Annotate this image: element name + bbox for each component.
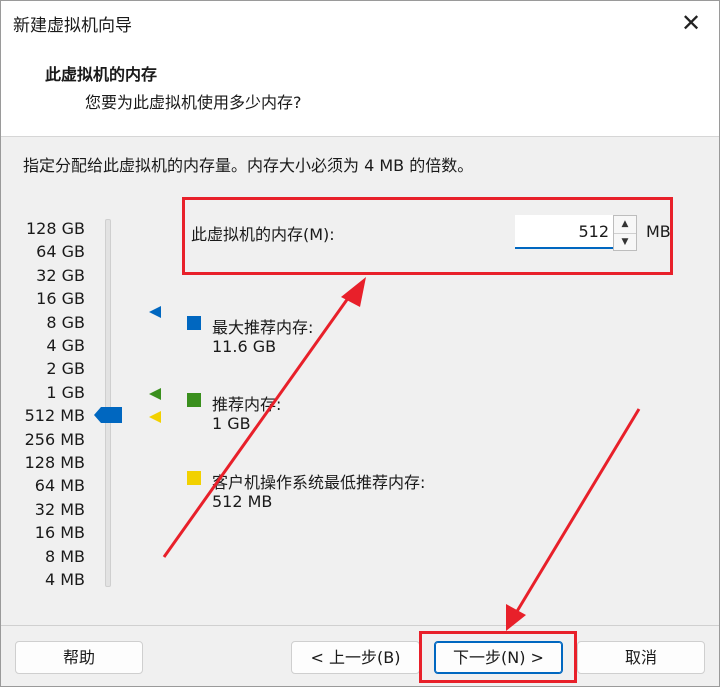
memory-scale-label: 64 MB: [34, 476, 85, 496]
memory-input[interactable]: [515, 215, 613, 249]
new-vm-wizard-window: 新建虚拟机向导 ✕ 此虚拟机的内存 您要为此虚拟机使用多少内存? 指定分配给此虚…: [0, 0, 720, 687]
back-button[interactable]: < 上一步(B): [291, 641, 420, 674]
memory-scale-label: 4 GB: [46, 336, 85, 355]
down-arrow-icon[interactable]: ▼: [614, 233, 636, 250]
arrow-to-next-line: [514, 408, 641, 614]
legend-color-swatch: [187, 471, 201, 485]
memory-scale-label: 64 GB: [36, 242, 85, 262]
memory-scale-label: 16 MB: [34, 523, 85, 543]
memory-scale-label: 8 GB: [46, 312, 85, 332]
memory-scale-label: 128 MB: [24, 453, 85, 472]
legend-value: 1 GB: [212, 414, 251, 433]
guest-min-marker-icon: [149, 411, 161, 424]
legend-name: 最大推荐内存:: [212, 318, 314, 337]
max-recommended-marker-icon: [149, 305, 161, 318]
memory-slider-track[interactable]: [105, 219, 111, 587]
help-button[interactable]: 帮助: [15, 641, 143, 674]
next-button[interactable]: 下一步(N) >: [434, 641, 563, 674]
legend-value: 512 MB: [212, 492, 273, 511]
legend-name: 推荐内存:: [212, 395, 282, 414]
title-bar: 新建虚拟机向导 ✕: [1, 1, 719, 45]
recommended-marker-icon: [149, 387, 161, 400]
legend-color-swatch: [187, 316, 201, 330]
memory-scale-label: 16 GB: [36, 289, 85, 309]
memory-scale-label: 8 MB: [44, 546, 85, 566]
memory-unit: MB: [646, 222, 671, 241]
up-arrow-icon[interactable]: ▲: [614, 216, 636, 233]
window-title: 新建虚拟机向导: [13, 16, 132, 36]
memory-scale-label: 32 GB: [36, 265, 85, 285]
memory-spinner: ▲ ▼: [613, 215, 637, 251]
legend-value: 11.6 GB: [212, 337, 277, 356]
wizard-footer: 帮助 < 上一步(B) 下一步(N) > 取消: [1, 625, 719, 686]
slider-thumb-icon[interactable]: [93, 406, 123, 424]
memory-scale-label: 128 GB: [26, 219, 85, 238]
memory-scale-label: 512 MB: [24, 406, 85, 426]
page-title: 此虚拟机的内存: [45, 65, 158, 84]
arrow-to-memory-head: [341, 277, 366, 307]
memory-scale-label: 2 GB: [46, 359, 85, 379]
memory-label: 此虚拟机的内存(M):: [191, 225, 335, 244]
memory-scale-label: 4 MB: [44, 570, 85, 589]
legend-name: 客户机操作系统最低推荐内存:: [212, 473, 426, 492]
memory-scale-label: 32 MB: [34, 499, 85, 519]
cancel-button[interactable]: 取消: [577, 641, 705, 674]
memory-description: 指定分配给此虚拟机的内存量。内存大小必须为 4 MB 的倍数。: [23, 156, 474, 175]
memory-scale-label: 1 GB: [46, 382, 85, 402]
close-icon[interactable]: ✕: [675, 7, 707, 39]
wizard-header: 此虚拟机的内存 您要为此虚拟机使用多少内存?: [1, 45, 719, 137]
page-subtitle: 您要为此虚拟机使用多少内存?: [85, 93, 302, 112]
memory-scale-label: 256 MB: [24, 429, 85, 449]
legend-color-swatch: [187, 393, 201, 407]
